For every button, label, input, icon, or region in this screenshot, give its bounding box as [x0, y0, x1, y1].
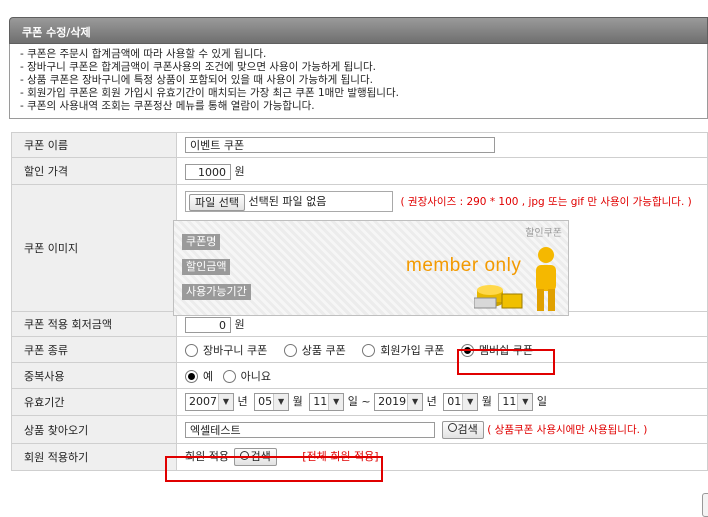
- unit-label: 년: [237, 395, 248, 408]
- range-separator: ~: [361, 395, 371, 408]
- search-icon: [447, 423, 457, 432]
- file-select-button[interactable]: 파일 선택: [189, 193, 245, 211]
- chevron-down-icon: ▼: [328, 394, 344, 410]
- end-day-select[interactable]: 11 ▼: [498, 393, 534, 411]
- product-search-button[interactable]: 검색: [441, 420, 484, 439]
- end-year-select[interactable]: 2019 ▼: [374, 393, 424, 411]
- product-hint: ( 상품쿠폰 사용시에만 사용됩니다. ): [487, 423, 648, 436]
- chevron-down-icon: ▼: [462, 394, 478, 410]
- section-title: 쿠폰 수정/삭제: [22, 26, 91, 39]
- min-amount-unit: 원: [234, 317, 245, 331]
- label-min-amount: 쿠폰 적용 회저금액: [11, 311, 177, 337]
- start-year-select[interactable]: 2007 ▼: [185, 393, 234, 411]
- row-period: 유효기간 2007 ▼ 년 05 ▼ 월 11 ▼ 일 ~ 2019 ▼ 년 01 ▼ 월…: [11, 388, 708, 416]
- coin-stack-icon: [474, 285, 523, 309]
- unit-label: 일: [536, 395, 547, 408]
- radio-icon[interactable]: [222, 370, 236, 383]
- unit-label: 월: [481, 395, 492, 408]
- unit-label: 월: [292, 395, 303, 408]
- notice-line: - 쿠폰의 사용내역 조회는 쿠폰정산 메뉴를 통해 열람이 가능합니다.: [20, 100, 315, 112]
- notice-box: - 쿠폰은 주문시 합계금액에 따라 사용할 수 있게 됩니다. - 장바구니 …: [9, 44, 708, 119]
- row-discount-price: 할인 가격 1000 원: [11, 157, 708, 185]
- coupon-type-cart[interactable]: 장바구니 쿠폰: [185, 344, 267, 357]
- person-figure-icon: [536, 247, 556, 311]
- preview-tag-amount: 할인금액: [182, 259, 231, 275]
- member-only-logo: member only: [406, 255, 522, 276]
- radio-icon[interactable]: [185, 344, 198, 357]
- radio-icon[interactable]: [283, 344, 297, 357]
- membership-highlight: [457, 349, 555, 375]
- coupon-image-preview: 할인쿠폰 쿠폰명 할인금액 사용가능기간 member only: [173, 220, 569, 316]
- notice-line: - 회원가입 쿠폰은 회원 가입시 유효기간이 매치되는 가장 최근 쿠폰 1매…: [20, 87, 399, 99]
- product-input[interactable]: 엑셀테스트: [185, 421, 435, 438]
- min-amount-input[interactable]: 0: [185, 316, 231, 333]
- end-month-select[interactable]: 01 ▼: [443, 393, 479, 411]
- label-coupon-name: 쿠폰 이름: [11, 132, 177, 158]
- unit-label: 일: [347, 395, 358, 408]
- row-coupon-type: 쿠폰 종류 장바구니 쿠폰 상품 쿠폰 회원가입 쿠폰 멤버쉽 쿠폰: [11, 336, 708, 363]
- chevron-down-icon: ▼: [517, 394, 533, 410]
- notice-line: - 장바구니 쿠폰은 합계금액이 쿠폰사용의 조건에 맞으면 사용이 가능하게 …: [20, 61, 376, 73]
- label-product: 상품 찾아오기: [11, 415, 177, 444]
- discount-price-input[interactable]: 1000: [185, 163, 231, 180]
- label-coupon-type: 쿠폰 종류: [11, 336, 177, 363]
- label-coupon-image: 쿠폰 이미지: [11, 184, 177, 312]
- chevron-down-icon: ▼: [273, 394, 289, 410]
- partial-button[interactable]: [702, 493, 708, 517]
- price-unit: 원: [234, 164, 245, 178]
- coupon-type-signup[interactable]: 회원가입 쿠폰: [362, 344, 444, 357]
- radio-icon[interactable]: [362, 344, 376, 357]
- section-header: 쿠폰 수정/삭제: [9, 17, 708, 44]
- file-status: 선택된 파일 없음: [248, 195, 327, 208]
- coupon-name-input[interactable]: 이벤트 쿠폰: [185, 137, 495, 153]
- chevron-down-icon: ▼: [218, 394, 233, 410]
- duplicate-no[interactable]: 아니요: [222, 370, 271, 383]
- chevron-down-icon: ▼: [407, 394, 423, 410]
- start-month-select[interactable]: 05 ▼: [254, 393, 290, 411]
- start-day-select[interactable]: 11 ▼: [309, 393, 345, 411]
- label-discount-price: 할인 가격: [11, 157, 177, 185]
- label-member: 회원 적용하기: [11, 443, 177, 471]
- row-product: 상품 찾아오기 엑셀테스트 검색 ( 상품쿠폰 사용시에만 사용됩니다. ): [11, 415, 708, 444]
- member-apply-highlight: [165, 456, 383, 482]
- notice-line: - 쿠폰은 주문시 합계금액에 따라 사용할 수 있게 됩니다.: [20, 48, 267, 60]
- duplicate-yes[interactable]: 예: [185, 370, 213, 383]
- row-coupon-name: 쿠폰 이름 이벤트 쿠폰: [11, 132, 708, 158]
- unit-label: 년: [426, 395, 437, 408]
- preview-corner-label: 할인쿠폰: [525, 228, 562, 239]
- preview-tag-name: 쿠폰명: [182, 234, 221, 250]
- notice-line: - 상품 쿠폰은 장바구니에 특정 상품이 포함되어 있을 때 사용이 가능하게…: [20, 74, 373, 86]
- row-duplicate: 중복사용 예 아니요: [11, 362, 708, 389]
- label-duplicate: 중복사용: [11, 362, 177, 389]
- label-period: 유효기간: [11, 388, 177, 416]
- image-size-hint: ( 권장사이즈 : 290 * 100 , jpg 또는 gif 만 사용이 가…: [400, 195, 692, 208]
- radio-icon[interactable]: [185, 370, 198, 383]
- file-picker: 파일 선택 선택된 파일 없음: [185, 191, 393, 212]
- coupon-type-product[interactable]: 상품 쿠폰: [283, 344, 346, 357]
- preview-tag-period: 사용가능기간: [182, 284, 251, 300]
